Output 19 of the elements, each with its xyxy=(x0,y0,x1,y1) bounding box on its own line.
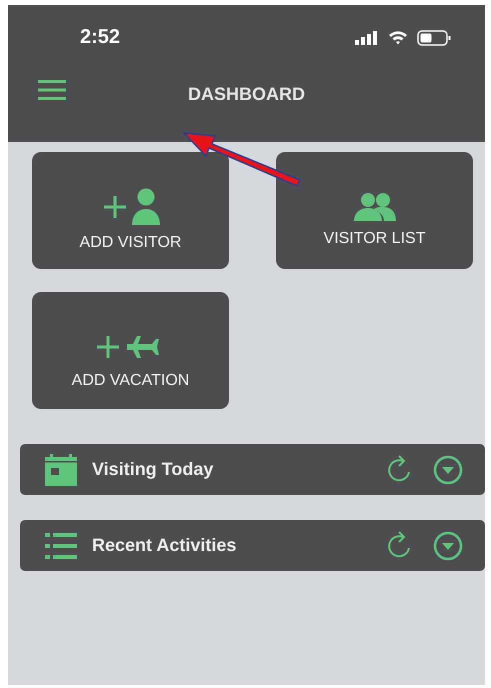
group-icon xyxy=(354,192,396,222)
section-title: Recent Activities xyxy=(92,535,236,556)
signal-icon xyxy=(355,30,379,44)
dashboard-tile[interactable]: VISITOR LIST xyxy=(276,152,473,269)
refresh-icon[interactable] xyxy=(387,454,413,484)
dashboard-tile[interactable]: ADD VISITOR xyxy=(32,152,229,269)
dashboard-tile[interactable]: ADD VACATION xyxy=(32,292,229,409)
refresh-icon[interactable] xyxy=(387,530,413,560)
page-title: DASHBOARD xyxy=(188,84,305,104)
expand-icon[interactable] xyxy=(433,454,463,484)
add-person-icon xyxy=(102,188,160,226)
calendar-icon xyxy=(45,454,77,486)
list-icon xyxy=(45,532,77,558)
status-time: 2:52 xyxy=(80,26,120,49)
menu-icon[interactable] xyxy=(38,80,66,100)
wifi-icon xyxy=(388,30,408,45)
battery-icon xyxy=(417,30,451,46)
section-title: Visiting Today xyxy=(92,459,214,480)
expand-icon[interactable] xyxy=(433,530,463,560)
